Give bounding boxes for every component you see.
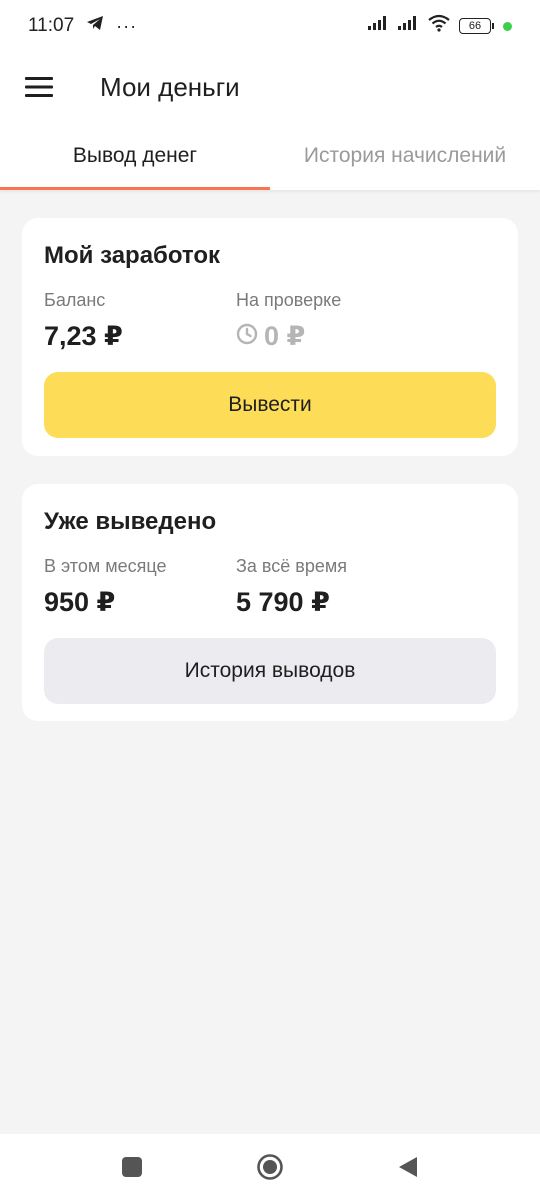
review-label: На проверке bbox=[236, 290, 342, 310]
review-value: 0 ₽ bbox=[264, 321, 306, 351]
page-title: Мои деньги bbox=[100, 71, 240, 102]
month-label: В этом месяце bbox=[44, 556, 167, 576]
recent-apps-icon[interactable] bbox=[107, 1142, 157, 1192]
back-icon[interactable] bbox=[383, 1142, 433, 1192]
hamburger-menu-icon[interactable] bbox=[0, 52, 78, 122]
wifi-icon bbox=[427, 14, 451, 38]
app-bar: Мои деньги bbox=[0, 52, 540, 122]
review-value-row: 0 ₽ bbox=[236, 321, 428, 352]
balance-value: 7,23 ₽ bbox=[44, 321, 123, 351]
signal-icon bbox=[397, 15, 419, 37]
balance-label: Баланс bbox=[44, 290, 106, 310]
withdrawn-card: Уже выведено В этом месяце 950 ₽ За всё … bbox=[22, 484, 518, 721]
all-time-stat: За всё время 5 790 ₽ bbox=[236, 556, 428, 618]
telegram-icon bbox=[86, 15, 104, 37]
status-time: 11:07 bbox=[28, 15, 75, 36]
earnings-title: Мой заработок bbox=[44, 242, 221, 269]
tab-accrual-history[interactable]: История начислений bbox=[270, 122, 540, 190]
system-nav-bar bbox=[0, 1134, 540, 1200]
review-stat: На проверке 0 ₽ bbox=[236, 290, 428, 352]
withdraw-button[interactable]: Вывести bbox=[44, 372, 496, 438]
privacy-indicator-dot bbox=[503, 21, 512, 31]
tab-withdraw[interactable]: Вывод денег bbox=[0, 122, 270, 190]
all-time-value: 5 790 ₽ bbox=[236, 587, 330, 617]
more-dots-icon: ··· bbox=[116, 15, 138, 36]
status-bar: 11:07 ··· 66 bbox=[0, 0, 540, 52]
all-time-label: За всё время bbox=[236, 556, 347, 576]
month-value: 950 ₽ bbox=[44, 587, 116, 617]
earnings-card: Мой заработок Баланс 7,23 ₽ На проверке … bbox=[22, 218, 518, 456]
home-icon[interactable] bbox=[245, 1142, 295, 1192]
clock-icon bbox=[236, 321, 258, 352]
withdrawal-history-button[interactable]: История выводов bbox=[44, 638, 496, 704]
month-stat: В этом месяце 950 ₽ bbox=[44, 556, 236, 618]
battery-icon: 66 bbox=[459, 18, 494, 34]
signal-icon bbox=[367, 15, 389, 37]
tab-bar: Вывод денег История начислений bbox=[0, 122, 540, 190]
withdrawn-title: Уже выведено bbox=[44, 508, 217, 535]
balance-stat: Баланс 7,23 ₽ bbox=[44, 290, 236, 352]
